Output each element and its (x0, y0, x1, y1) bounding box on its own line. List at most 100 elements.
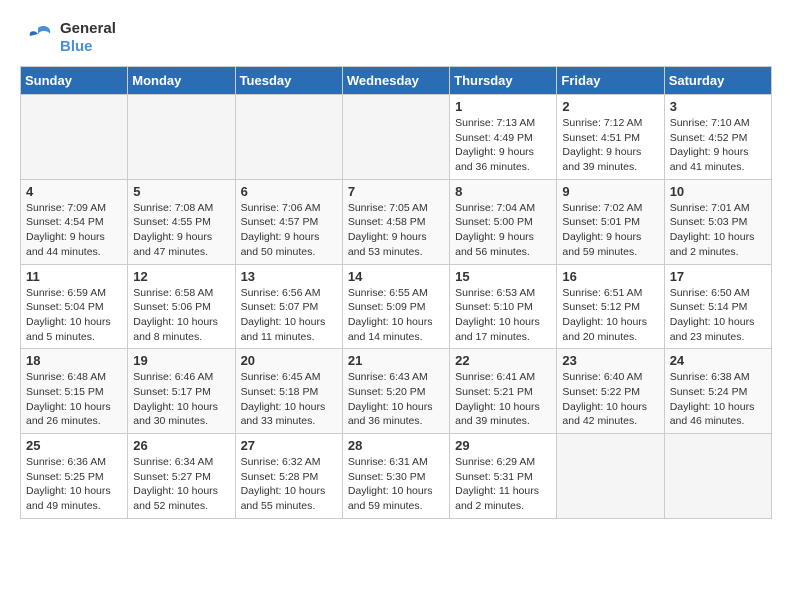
weekday-header-monday: Monday (128, 67, 235, 95)
day-info: Sunrise: 6:32 AMSunset: 5:28 PMDaylight:… (241, 455, 337, 514)
day-cell: 10 Sunrise: 7:01 AMSunset: 5:03 PMDayligh… (664, 179, 771, 264)
day-cell: 29 Sunrise: 6:29 AMSunset: 5:31 PMDayligh… (450, 434, 557, 519)
day-cell: 21 Sunrise: 6:43 AMSunset: 5:20 PMDayligh… (342, 349, 449, 434)
day-number: 21 (348, 353, 444, 368)
day-number: 17 (670, 269, 766, 284)
day-number: 29 (455, 438, 551, 453)
day-info: Sunrise: 6:31 AMSunset: 5:30 PMDaylight:… (348, 455, 444, 514)
weekday-header-sunday: Sunday (21, 67, 128, 95)
day-number: 7 (348, 184, 444, 199)
weekday-header-friday: Friday (557, 67, 664, 95)
calendar-table: SundayMondayTuesdayWednesdayThursdayFrid… (20, 66, 772, 519)
day-number: 24 (670, 353, 766, 368)
day-cell (557, 434, 664, 519)
day-info: Sunrise: 6:58 AMSunset: 5:06 PMDaylight:… (133, 286, 229, 345)
day-info: Sunrise: 6:34 AMSunset: 5:27 PMDaylight:… (133, 455, 229, 514)
day-number: 18 (26, 353, 122, 368)
day-number: 28 (348, 438, 444, 453)
day-cell: 20 Sunrise: 6:45 AMSunset: 5:18 PMDayligh… (235, 349, 342, 434)
day-info: Sunrise: 6:50 AMSunset: 5:14 PMDaylight:… (670, 286, 766, 345)
day-cell: 27Sunrise: 6:32 AMSunset: 5:28 PMDayligh… (235, 434, 342, 519)
logo-bird-icon (20, 20, 56, 56)
day-info: Sunrise: 7:02 AMSunset: 5:01 PMDaylight:… (562, 201, 658, 260)
day-number: 1 (455, 99, 551, 114)
day-number: 26 (133, 438, 229, 453)
day-cell: 22 Sunrise: 6:41 AMSunset: 5:21 PMDayligh… (450, 349, 557, 434)
week-row-3: 18 Sunrise: 6:48 AMSunset: 5:15 PMDayligh… (21, 349, 772, 434)
day-info: Sunrise: 7:01 AMSunset: 5:03 PMDaylight:… (670, 201, 766, 260)
weekday-header-wednesday: Wednesday (342, 67, 449, 95)
day-info: Sunrise: 6:41 AMSunset: 5:21 PMDaylight:… (455, 370, 551, 429)
day-number: 11 (26, 269, 122, 284)
day-info: Sunrise: 7:10 AMSunset: 4:52 PMDaylight:… (670, 116, 766, 175)
day-number: 8 (455, 184, 551, 199)
day-cell: 11 Sunrise: 6:59 AMSunset: 5:04 PMDayligh… (21, 264, 128, 349)
weekday-header-thursday: Thursday (450, 67, 557, 95)
day-info: Sunrise: 7:06 AMSunset: 4:57 PMDaylight:… (241, 201, 337, 260)
day-cell: 6 Sunrise: 7:06 AMSunset: 4:57 PMDaylight… (235, 179, 342, 264)
day-cell: 17 Sunrise: 6:50 AMSunset: 5:14 PMDayligh… (664, 264, 771, 349)
day-cell: 8 Sunrise: 7:04 AMSunset: 5:00 PMDaylight… (450, 179, 557, 264)
day-info: Sunrise: 6:51 AMSunset: 5:12 PMDaylight:… (562, 286, 658, 345)
day-cell: 13Sunrise: 6:56 AMSunset: 5:07 PMDayligh… (235, 264, 342, 349)
day-info: Sunrise: 7:12 AMSunset: 4:51 PMDaylight:… (562, 116, 658, 175)
day-info: Sunrise: 7:08 AMSunset: 4:55 PMDaylight:… (133, 201, 229, 260)
day-cell: 24 Sunrise: 6:38 AMSunset: 5:24 PMDayligh… (664, 349, 771, 434)
day-info: Sunrise: 7:05 AMSunset: 4:58 PMDaylight:… (348, 201, 444, 260)
day-cell: 2 Sunrise: 7:12 AMSunset: 4:51 PMDaylight… (557, 95, 664, 180)
day-cell (342, 95, 449, 180)
day-info: Sunrise: 6:43 AMSunset: 5:20 PMDaylight:… (348, 370, 444, 429)
day-info: Sunrise: 6:29 AMSunset: 5:31 PMDaylight:… (455, 455, 551, 514)
day-cell: 26 Sunrise: 6:34 AMSunset: 5:27 PMDayligh… (128, 434, 235, 519)
day-cell: 12 Sunrise: 6:58 AMSunset: 5:06 PMDayligh… (128, 264, 235, 349)
day-number: 5 (133, 184, 229, 199)
week-row-0: 1 Sunrise: 7:13 AMSunset: 4:49 PMDaylight… (21, 95, 772, 180)
day-info: Sunrise: 6:46 AMSunset: 5:17 PMDaylight:… (133, 370, 229, 429)
day-info: Sunrise: 7:09 AMSunset: 4:54 PMDaylight:… (26, 201, 122, 260)
day-info: Sunrise: 6:38 AMSunset: 5:24 PMDaylight:… (670, 370, 766, 429)
day-cell (128, 95, 235, 180)
day-cell (664, 434, 771, 519)
day-cell: 28 Sunrise: 6:31 AMSunset: 5:30 PMDayligh… (342, 434, 449, 519)
day-info: Sunrise: 6:55 AMSunset: 5:09 PMDaylight:… (348, 286, 444, 345)
day-number: 12 (133, 269, 229, 284)
day-number: 22 (455, 353, 551, 368)
logo-text: General Blue (60, 20, 116, 55)
weekday-header-tuesday: Tuesday (235, 67, 342, 95)
day-cell: 15 Sunrise: 6:53 AMSunset: 5:10 PMDayligh… (450, 264, 557, 349)
day-number: 23 (562, 353, 658, 368)
week-row-2: 11 Sunrise: 6:59 AMSunset: 5:04 PMDayligh… (21, 264, 772, 349)
day-info: Sunrise: 6:40 AMSunset: 5:22 PMDaylight:… (562, 370, 658, 429)
day-number: 10 (670, 184, 766, 199)
day-info: Sunrise: 6:45 AMSunset: 5:18 PMDaylight:… (241, 370, 337, 429)
day-info: Sunrise: 6:48 AMSunset: 5:15 PMDaylight:… (26, 370, 122, 429)
day-number: 4 (26, 184, 122, 199)
day-number: 14 (348, 269, 444, 284)
day-number: 9 (562, 184, 658, 199)
day-number: 15 (455, 269, 551, 284)
day-number: 20 (241, 353, 337, 368)
day-number: 6 (241, 184, 337, 199)
day-cell: 16Sunrise: 6:51 AMSunset: 5:12 PMDayligh… (557, 264, 664, 349)
day-info: Sunrise: 6:59 AMSunset: 5:04 PMDaylight:… (26, 286, 122, 345)
day-number: 19 (133, 353, 229, 368)
day-cell: 25Sunrise: 6:36 AMSunset: 5:25 PMDayligh… (21, 434, 128, 519)
weekday-header-row: SundayMondayTuesdayWednesdayThursdayFrid… (21, 67, 772, 95)
day-info: Sunrise: 6:53 AMSunset: 5:10 PMDaylight:… (455, 286, 551, 345)
weekday-header-saturday: Saturday (664, 67, 771, 95)
day-number: 25 (26, 438, 122, 453)
day-cell: 4 Sunrise: 7:09 AMSunset: 4:54 PMDaylight… (21, 179, 128, 264)
page-header: General Blue (20, 20, 772, 56)
day-info: Sunrise: 7:13 AMSunset: 4:49 PMDaylight:… (455, 116, 551, 175)
day-cell: 5 Sunrise: 7:08 AMSunset: 4:55 PMDaylight… (128, 179, 235, 264)
day-number: 3 (670, 99, 766, 114)
day-number: 2 (562, 99, 658, 114)
day-info: Sunrise: 7:04 AMSunset: 5:00 PMDaylight:… (455, 201, 551, 260)
day-cell: 7 Sunrise: 7:05 AMSunset: 4:58 PMDaylight… (342, 179, 449, 264)
day-number: 13 (241, 269, 337, 284)
day-cell (235, 95, 342, 180)
day-cell: 3 Sunrise: 7:10 AMSunset: 4:52 PMDaylight… (664, 95, 771, 180)
logo: General Blue (20, 20, 116, 56)
day-cell: 19 Sunrise: 6:46 AMSunset: 5:17 PMDayligh… (128, 349, 235, 434)
day-cell: 23 Sunrise: 6:40 AMSunset: 5:22 PMDayligh… (557, 349, 664, 434)
